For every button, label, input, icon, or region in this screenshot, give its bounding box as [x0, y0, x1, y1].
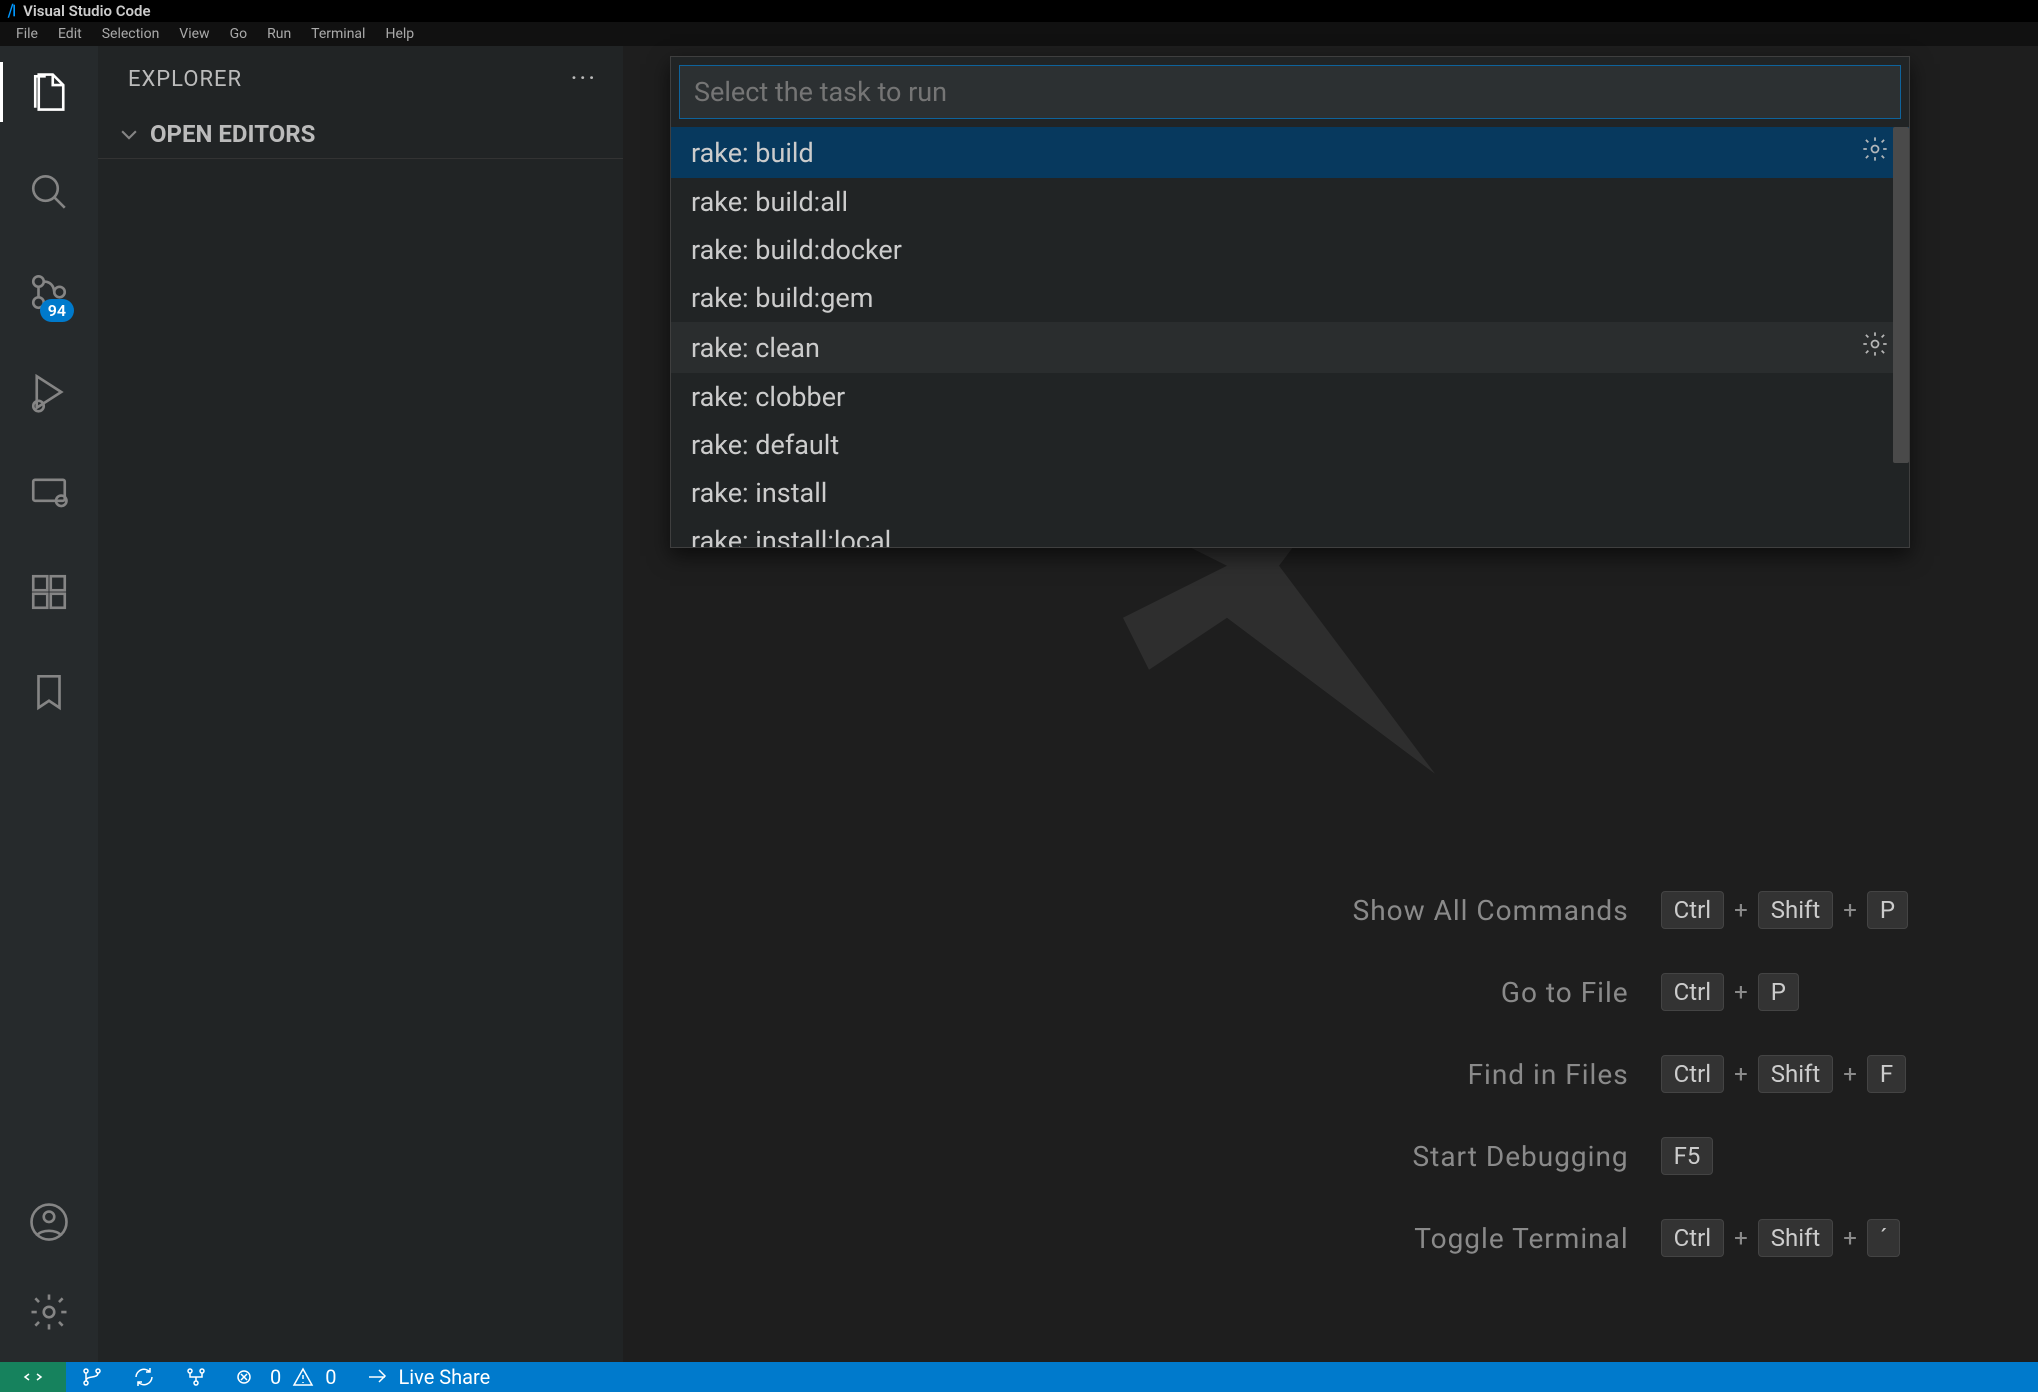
titlebar: ⧸❘ Visual Studio Code: [0, 0, 2038, 22]
shortcut-keys: Ctrl + Shift + F: [1661, 1055, 1908, 1093]
activity-extensions[interactable]: [0, 562, 98, 622]
scrollbar[interactable]: [1893, 127, 1909, 463]
plus-icon: +: [1734, 978, 1748, 1006]
task-item[interactable]: rake: build:docker: [671, 226, 1909, 274]
plus-icon: +: [1734, 896, 1748, 924]
quick-pick-list: rake: build rake: build:all rake: build:do…: [671, 127, 1909, 547]
menu-go[interactable]: Go: [222, 24, 256, 44]
warning-count: 0: [325, 1365, 336, 1389]
task-item[interactable]: rake: default: [671, 421, 1909, 469]
status-remote[interactable]: [0, 1362, 66, 1392]
quick-pick: rake: build rake: build:all rake: build:do…: [670, 56, 1910, 548]
plus-icon: +: [1734, 1224, 1748, 1252]
status-problems[interactable]: 0 0: [222, 1362, 351, 1392]
key: Shift: [1758, 1219, 1834, 1257]
task-label: rake: clobber: [691, 381, 845, 413]
shortcut-keys: Ctrl + Shift + P: [1661, 891, 1908, 929]
gear-icon[interactable]: [1861, 330, 1889, 365]
keyboard-shortcuts: Show All Commands Ctrl + Shift + P Go to File C…: [1353, 891, 1908, 1257]
status-liveshare[interactable]: Live Share: [351, 1362, 505, 1392]
task-label: rake: clean: [691, 332, 820, 364]
menu-view[interactable]: View: [171, 24, 217, 44]
task-label: rake: build:docker: [691, 234, 902, 266]
task-label: rake: default: [691, 429, 839, 461]
key: P: [1758, 973, 1799, 1011]
menu-selection[interactable]: Selection: [94, 24, 168, 44]
task-label: rake: build:gem: [691, 282, 873, 314]
task-label: rake: install: [691, 477, 827, 509]
app-title: Visual Studio Code: [23, 2, 150, 20]
activity-explorer[interactable]: [0, 62, 98, 122]
section-label: OPEN EDITORS: [150, 120, 315, 148]
activity-account[interactable]: [0, 1192, 98, 1252]
liveshare-label: Live Share: [399, 1365, 491, 1389]
shortcut-label: Show All Commands: [1353, 894, 1629, 927]
activity-search[interactable]: [0, 162, 98, 222]
menu-help[interactable]: Help: [377, 24, 422, 44]
task-label: rake: build: [691, 137, 814, 169]
task-item[interactable]: rake: build: [671, 127, 1909, 178]
shortcut-label: Go to File: [1353, 976, 1629, 1009]
menu-edit[interactable]: Edit: [50, 24, 90, 44]
key: Shift: [1758, 891, 1834, 929]
task-item[interactable]: rake: build:gem: [671, 274, 1909, 322]
activity-debug[interactable]: [0, 362, 98, 422]
shortcut-keys: Ctrl + Shift + ´: [1661, 1219, 1908, 1257]
key: P: [1867, 891, 1908, 929]
key: Ctrl: [1661, 973, 1724, 1011]
quick-pick-input[interactable]: [694, 76, 1886, 108]
status-branch[interactable]: [66, 1362, 118, 1392]
shortcut-keys: Ctrl + P: [1661, 973, 1908, 1011]
activitybar: 94: [0, 46, 98, 1362]
key: F: [1867, 1055, 1906, 1093]
task-item[interactable]: rake: build:all: [671, 178, 1909, 226]
plus-icon: +: [1843, 896, 1857, 924]
activity-remote[interactable]: [0, 462, 98, 522]
task-label: rake: install:local: [691, 525, 891, 547]
key: Ctrl: [1661, 891, 1724, 929]
gear-icon[interactable]: [1861, 135, 1889, 170]
quick-pick-input-wrap: [679, 65, 1901, 119]
shortcut-label: Toggle Terminal: [1353, 1222, 1629, 1255]
shortcut-label: Find in Files: [1353, 1058, 1629, 1091]
menu-file[interactable]: File: [8, 24, 46, 44]
task-item[interactable]: rake: install: [671, 469, 1909, 517]
key: Shift: [1758, 1055, 1834, 1093]
menu-run[interactable]: Run: [259, 24, 299, 44]
shortcut-keys: F5: [1661, 1137, 1908, 1175]
activity-scm[interactable]: 94: [0, 262, 98, 322]
sidebar-title: EXPLORER: [128, 67, 242, 92]
statusbar: 0 0 Live Share: [0, 1362, 2038, 1392]
status-git-graph[interactable]: [170, 1362, 222, 1392]
scm-badge: 94: [40, 299, 74, 322]
sidebar: EXPLORER ··· OPEN EDITORS: [98, 46, 623, 1362]
menubar: File Edit Selection View Go Run Terminal…: [0, 22, 2038, 46]
error-count: 0: [270, 1365, 281, 1389]
key: F5: [1661, 1137, 1714, 1175]
task-item[interactable]: rake: install:local: [671, 517, 1909, 547]
task-item[interactable]: rake: clean: [671, 322, 1909, 373]
key: ´: [1867, 1219, 1901, 1257]
plus-icon: +: [1843, 1224, 1857, 1252]
key: Ctrl: [1661, 1219, 1724, 1257]
shortcut-label: Start Debugging: [1353, 1140, 1629, 1173]
task-item[interactable]: rake: clobber: [671, 373, 1909, 421]
plus-icon: +: [1843, 1060, 1857, 1088]
vscode-icon: ⧸❘: [8, 2, 15, 20]
menu-terminal[interactable]: Terminal: [303, 24, 373, 44]
chevron-down-icon: [118, 123, 140, 145]
key: Ctrl: [1661, 1055, 1724, 1093]
sidebar-more-icon[interactable]: ···: [571, 64, 597, 94]
activity-settings[interactable]: [0, 1282, 98, 1342]
sidebar-section-open-editors[interactable]: OPEN EDITORS: [98, 110, 623, 159]
activity-bookmarks[interactable]: [0, 662, 98, 722]
task-label: rake: build:all: [691, 186, 848, 218]
plus-icon: +: [1734, 1060, 1748, 1088]
status-sync[interactable]: [118, 1362, 170, 1392]
